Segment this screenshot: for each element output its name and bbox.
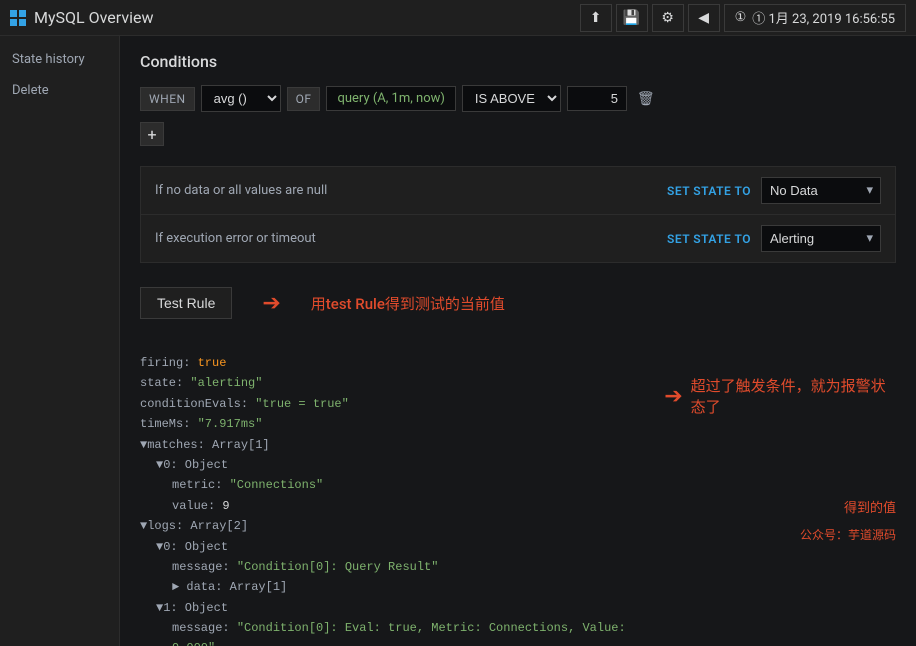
- comparator-select[interactable]: IS ABOVE: [462, 85, 561, 112]
- of-label: OF: [287, 87, 321, 111]
- brand-label: 公众号：芋道源码: [800, 528, 896, 542]
- test-rule-button[interactable]: Test Rule: [140, 287, 232, 319]
- clock-icon: ①: [735, 10, 747, 25]
- no-data-state-select-wrapper: No Data Alerting Keep State OK: [761, 177, 881, 204]
- layout: State history Delete Conditions WHEN avg…: [0, 36, 916, 646]
- arrow-result-icon: ➔: [664, 384, 682, 409]
- topbar-left: MySQL Overview: [10, 8, 580, 27]
- test-rule-row: Test Rule ➔ 用test Rule得到测试的当前值: [140, 271, 896, 335]
- got-value-label: 得到的值: [844, 501, 896, 516]
- sidebar-item-delete[interactable]: Delete: [0, 75, 119, 106]
- sidebar: State history Delete: [0, 36, 120, 646]
- error-condition-label: If execution error or timeout: [155, 231, 657, 246]
- brand-row: 公众号：芋道源码: [664, 526, 896, 543]
- alert-annotation: 超过了触发条件，就为报警状态了: [691, 375, 896, 417]
- state-row-no-data: If no data or all values are null SET ST…: [141, 167, 895, 215]
- main-content: Conditions WHEN avg () OF query (A, 1m, …: [120, 36, 916, 646]
- set-state-label-1: SET STATE TO: [667, 232, 751, 246]
- error-state-select[interactable]: Alerting No Data Keep State OK: [761, 225, 881, 252]
- no-data-condition-label: If no data or all values are null: [155, 183, 657, 198]
- conditions-title: Conditions: [140, 52, 896, 71]
- app-icon: [10, 10, 26, 26]
- alert-annotation-row: ➔ 超过了触发条件，就为报警状态了: [664, 345, 896, 417]
- when-label: WHEN: [140, 87, 195, 111]
- result-annotations: ➔ 超过了触发条件，就为报警状态了 得到的值 公众号：芋道源码: [654, 345, 896, 543]
- error-state-select-wrapper: Alerting No Data Keep State OK: [761, 225, 881, 252]
- result-row: firing: true state: "alerting" condition…: [140, 345, 896, 646]
- condition-row: WHEN avg () OF query (A, 1m, now) IS ABO…: [140, 85, 896, 112]
- got-value-row: 得到的值: [664, 497, 896, 516]
- state-config-section: If no data or all values are null SET ST…: [140, 166, 896, 263]
- sidebar-item-state-history[interactable]: State history: [0, 44, 119, 75]
- share-button[interactable]: ⬆: [580, 4, 612, 32]
- back-button[interactable]: ◀: [688, 4, 720, 32]
- arrow-right-icon: ➔: [262, 291, 280, 316]
- topbar: MySQL Overview ⬆ 💾 ⚙ ◀ ① ① 1月 23, 2019 1…: [0, 0, 916, 36]
- query-display: query (A, 1m, now): [326, 86, 455, 111]
- code-output: firing: true state: "alerting" condition…: [140, 353, 634, 646]
- state-row-error: If execution error or timeout SET STATE …: [141, 215, 895, 262]
- no-data-state-select[interactable]: No Data Alerting Keep State OK: [761, 177, 881, 204]
- add-condition-button[interactable]: +: [140, 122, 164, 146]
- threshold-input[interactable]: [567, 86, 627, 111]
- function-select[interactable]: avg (): [201, 85, 281, 112]
- delete-condition-button[interactable]: 🗑: [633, 86, 659, 111]
- time-display: ① ① 1月 23, 2019 16:56:55: [724, 4, 906, 32]
- test-rule-annotation: 用test Rule得到测试的当前值: [311, 293, 505, 314]
- page-title: MySQL Overview: [34, 8, 153, 27]
- settings-button[interactable]: ⚙: [652, 4, 684, 32]
- save-button[interactable]: 💾: [616, 4, 648, 32]
- set-state-label-0: SET STATE TO: [667, 184, 751, 198]
- topbar-right: ⬆ 💾 ⚙ ◀ ① ① 1月 23, 2019 16:56:55: [580, 4, 906, 32]
